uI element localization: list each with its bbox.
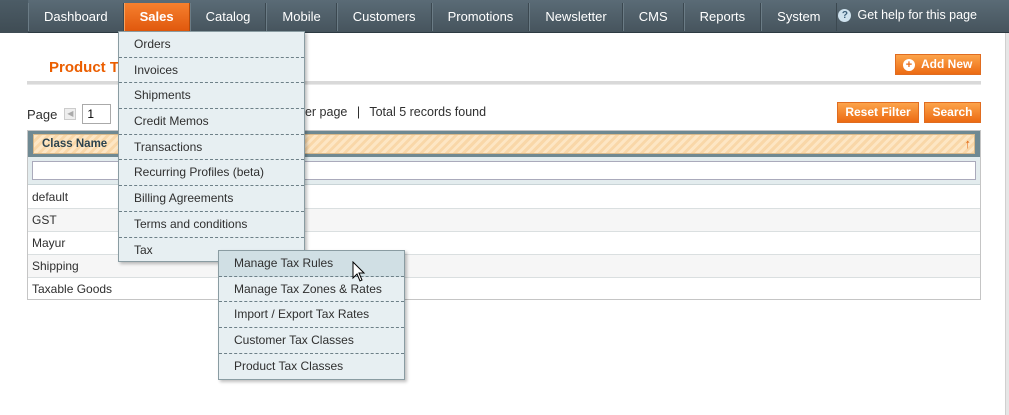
menu-item-import-export-tax-rates[interactable]: Import / Export Tax Rates: [219, 302, 404, 329]
nav-item-newsletter[interactable]: Newsletter: [529, 3, 623, 31]
top-navigation-bar: Dashboard Sales Catalog Mobile Customers…: [0, 0, 1009, 33]
nav-item-reports[interactable]: Reports: [683, 3, 762, 31]
column-header-label: Class Name: [42, 138, 108, 150]
question-icon: ?: [838, 8, 852, 22]
search-button[interactable]: Search: [924, 102, 981, 123]
records-count: Total 5 records found: [369, 105, 487, 119]
nav-left-strip: [0, 0, 28, 33]
add-new-label: Add New: [921, 57, 973, 71]
table-row[interactable]: Taxable Goods: [28, 278, 980, 301]
menu-item-invoices[interactable]: Invoices: [119, 58, 304, 84]
previous-page-icon[interactable]: ◀: [64, 108, 77, 120]
menu-item-shipments[interactable]: Shipments: [119, 83, 304, 110]
nav-item-sales[interactable]: Sales: [123, 3, 190, 31]
per-page-text: per page: [298, 105, 348, 119]
add-new-button[interactable]: + Add New: [895, 54, 981, 75]
plus-icon: +: [903, 58, 915, 71]
nav-item-dashboard[interactable]: Dashboard: [28, 3, 124, 31]
pager-separator: |: [356, 105, 361, 119]
nav-item-catalog[interactable]: Catalog: [189, 3, 267, 31]
page-title: Product T: [49, 59, 119, 76]
sales-dropdown-menu: Orders Invoices Shipments Credit Memos T…: [118, 31, 305, 262]
pager-summary: per page | Total 5 records found: [298, 105, 486, 119]
nav-item-cms[interactable]: CMS: [622, 3, 684, 31]
tax-submenu: Manage Tax Rules Manage Tax Zones & Rate…: [218, 250, 405, 380]
menu-item-manage-tax-rules[interactable]: Manage Tax Rules: [219, 251, 404, 277]
reset-filter-button[interactable]: Reset Filter: [837, 102, 919, 123]
vertical-scrollbar[interactable]: [1005, 33, 1009, 415]
help-link[interactable]: ? Get help for this page: [838, 8, 977, 22]
pager: Page ◀: [27, 104, 112, 124]
nav-item-customers[interactable]: Customers: [336, 3, 432, 31]
page-number-input[interactable]: [82, 104, 112, 124]
page-label: Page: [27, 106, 58, 122]
help-label: Get help for this page: [857, 8, 977, 22]
menu-item-orders[interactable]: Orders: [119, 32, 304, 58]
nav-item-mobile[interactable]: Mobile: [266, 3, 337, 31]
menu-item-transactions[interactable]: Transactions: [119, 135, 304, 161]
menu-item-credit-memos[interactable]: Credit Memos: [119, 109, 304, 135]
nav-item-system[interactable]: System: [761, 3, 837, 31]
menu-item-customer-tax-classes[interactable]: Customer Tax Classes: [219, 328, 404, 354]
menu-item-billing-agreements[interactable]: Billing Agreements: [119, 186, 304, 212]
main-nav: Dashboard Sales Catalog Mobile Customers…: [28, 3, 837, 31]
menu-item-product-tax-classes[interactable]: Product Tax Classes: [219, 354, 404, 380]
menu-item-terms-and-conditions[interactable]: Terms and conditions: [119, 212, 304, 238]
sort-arrow-icon: ↑: [964, 136, 972, 151]
menu-item-manage-tax-zones-rates[interactable]: Manage Tax Zones & Rates: [219, 277, 404, 303]
nav-item-promotions[interactable]: Promotions: [431, 3, 530, 31]
menu-item-recurring-profiles[interactable]: Recurring Profiles (beta): [119, 160, 304, 187]
